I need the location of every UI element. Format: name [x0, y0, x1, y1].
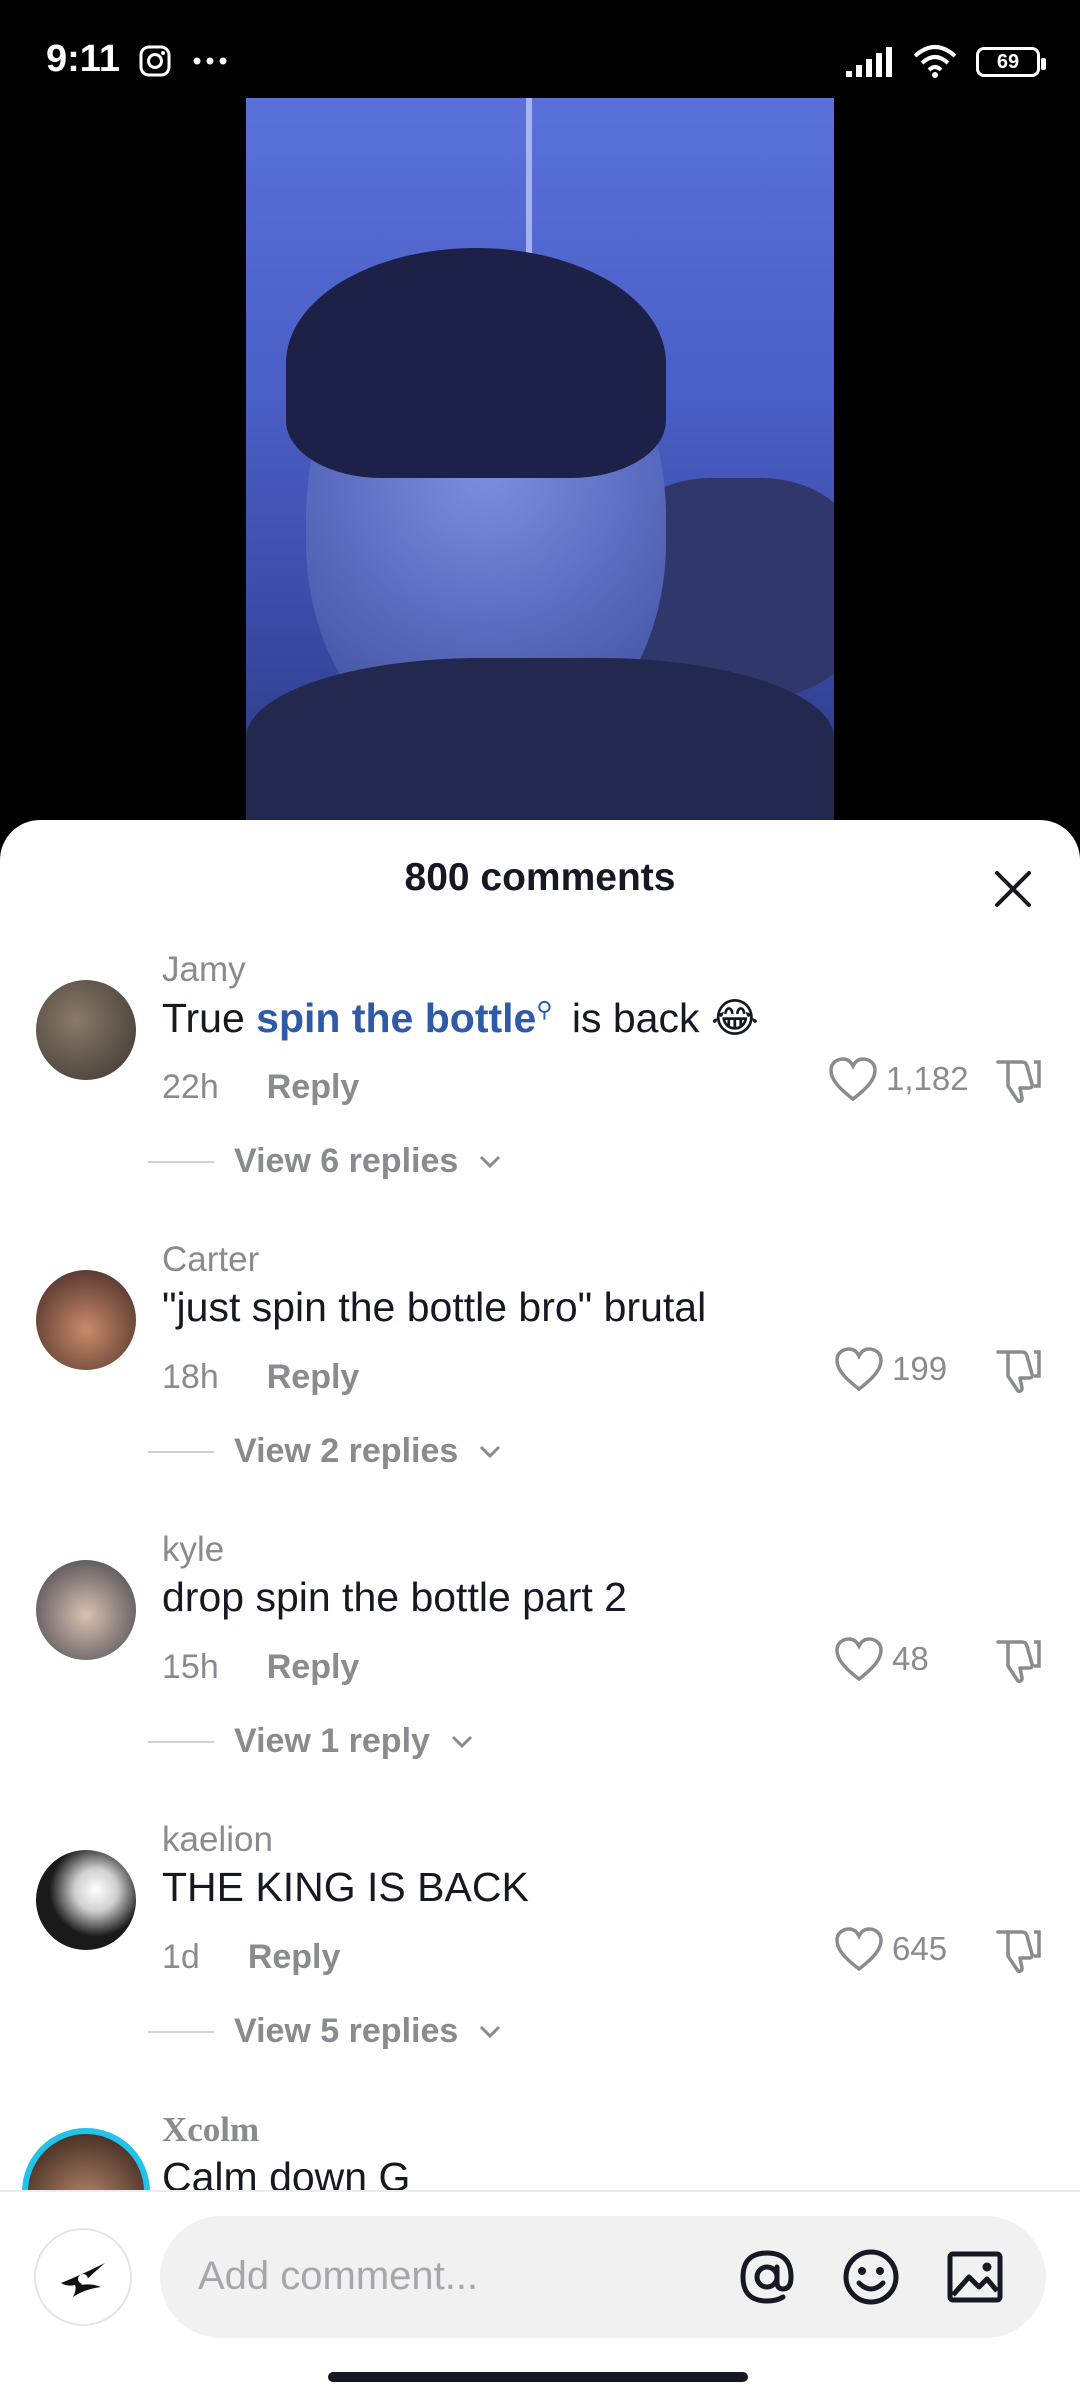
like-count: 199: [892, 1350, 948, 1387]
like-button[interactable]: 1,182: [828, 1056, 969, 1102]
avatar[interactable]: [36, 1850, 136, 1950]
emoji-icon: [843, 2249, 899, 2305]
comment-time: 1d: [162, 1938, 200, 1976]
dislike-icon[interactable]: [992, 1924, 1044, 1976]
view-replies-button[interactable]: View 1 reply: [148, 1722, 474, 1761]
image-button[interactable]: [942, 2244, 1008, 2310]
wifi-icon: [913, 45, 957, 78]
comment-username[interactable]: kaelion: [162, 1820, 273, 1860]
status-time: 9:11: [46, 38, 120, 80]
my-avatar[interactable]: [34, 2228, 132, 2326]
comments-sheet: 800 comments Jamy True spin the bottle⚲ …: [0, 820, 1080, 2400]
like-count: 48: [892, 1640, 929, 1677]
reply-button[interactable]: Reply: [267, 1068, 360, 1107]
comment-username[interactable]: Xcolm: [162, 2110, 259, 2150]
comment-text: "just spin the bottle bro" brutal: [162, 1284, 707, 1330]
comment-time: 18h: [162, 1358, 219, 1396]
dislike-icon[interactable]: [992, 1634, 1044, 1686]
signal-icon: [846, 47, 892, 77]
chevron-down-icon: [451, 1735, 472, 1748]
search-icon: ⚲: [536, 997, 553, 1023]
comment-text: THE KING IS BACK: [162, 1864, 529, 1910]
like-button[interactable]: 199: [834, 1346, 947, 1392]
more-dots-icon: [193, 57, 227, 65]
like-count: 1,182: [886, 1060, 969, 1097]
reply-button[interactable]: Reply: [267, 1648, 360, 1687]
view-replies-button[interactable]: View 6 replies: [148, 1142, 502, 1181]
close-button[interactable]: [982, 858, 1044, 920]
search-link[interactable]: spin the bottle: [256, 995, 536, 1041]
close-icon: [995, 871, 1031, 907]
view-replies-button[interactable]: View 5 replies: [148, 2012, 502, 2051]
dislike-icon[interactable]: [992, 1054, 1044, 1106]
comment-username[interactable]: kyle: [162, 1530, 224, 1570]
view-replies-button[interactable]: View 2 replies: [148, 1432, 502, 1471]
at-sign-icon: [740, 2250, 794, 2304]
battery-level: 69: [996, 50, 1020, 73]
comment-time: 22h: [162, 1068, 219, 1106]
home-indicator[interactable]: [328, 2372, 748, 2382]
comment-input-bar: [0, 2190, 1080, 2400]
chevron-down-icon: [480, 1155, 501, 1168]
comment-time: 15h: [162, 1648, 219, 1686]
like-button[interactable]: 645: [834, 1926, 947, 1972]
chevron-down-icon: [480, 1445, 501, 1458]
heart-icon: [829, 1057, 877, 1102]
heart-icon: [835, 1637, 883, 1682]
image-icon: [947, 2251, 1003, 2303]
comment-item: Carter "just spin the bottle bro" brutal…: [0, 1240, 1080, 1530]
comment-text: True spin the bottle⚲ is back 😂: [162, 995, 759, 1041]
heart-icon: [835, 1927, 883, 1972]
like-count: 645: [892, 1930, 948, 1967]
avatar[interactable]: [36, 980, 136, 1080]
comment-input[interactable]: [198, 2246, 678, 2306]
profile-logo-icon: [61, 2263, 105, 2297]
comment-item: kaelion THE KING IS BACK 1d Reply 645 Vi…: [0, 1820, 1080, 2110]
comment-item: kyle drop spin the bottle part 2 15h Rep…: [0, 1530, 1080, 1820]
like-button[interactable]: 48: [834, 1636, 929, 1682]
battery-indicator: 69: [976, 47, 1046, 77]
reply-button[interactable]: Reply: [267, 1358, 360, 1397]
reply-button[interactable]: Reply: [248, 1938, 341, 1977]
comment-text: drop spin the bottle part 2: [162, 1574, 627, 1620]
comment-username[interactable]: Carter: [162, 1240, 259, 1280]
comment-input-pill[interactable]: [160, 2216, 1046, 2338]
video-player[interactable]: [246, 98, 834, 828]
heart-icon: [835, 1347, 883, 1392]
avatar[interactable]: [36, 1560, 136, 1660]
comments-count-title: 800 comments: [404, 856, 676, 899]
avatar[interactable]: [36, 1270, 136, 1370]
mention-button[interactable]: [734, 2244, 800, 2310]
instagram-icon: [139, 45, 171, 77]
chevron-down-icon: [480, 2025, 501, 2038]
emoji-button[interactable]: [838, 2244, 904, 2310]
comment-username[interactable]: Jamy: [162, 950, 246, 990]
comment-item: Jamy True spin the bottle⚲ is back 😂 22h…: [0, 950, 1080, 1240]
dislike-icon[interactable]: [992, 1344, 1044, 1396]
